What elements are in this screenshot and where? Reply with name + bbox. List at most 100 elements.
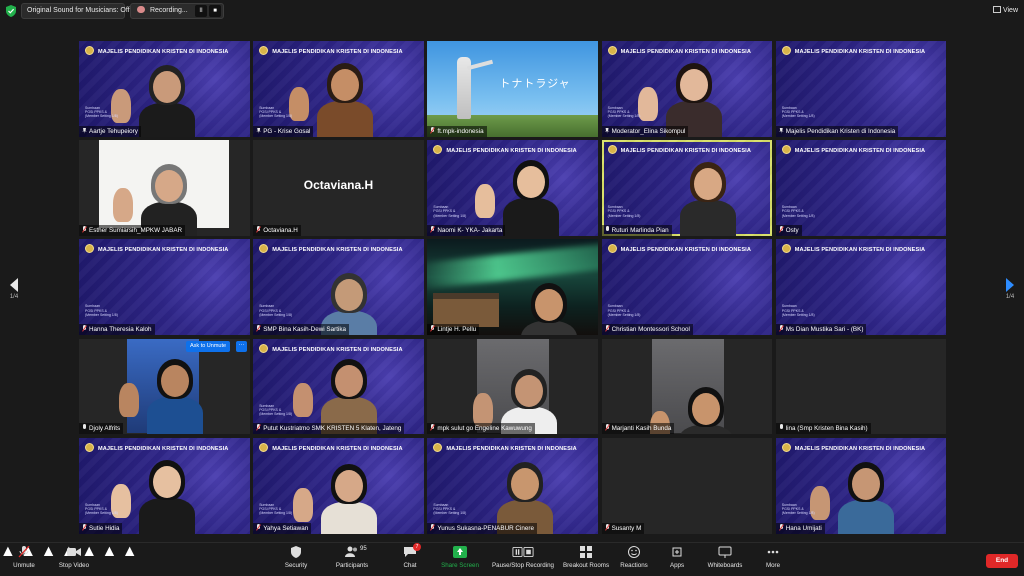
page-indicator-right: 1/4 [1005, 294, 1015, 300]
more-options-button[interactable]: ··· [236, 340, 247, 352]
stop-video-button[interactable]: Stop Video [46, 546, 102, 569]
raised-hand [293, 382, 314, 417]
seal-icon [781, 244, 791, 254]
smiley-icon [628, 546, 640, 558]
participants-icon [345, 546, 359, 558]
banner-text: MAJELIS PENDIDIKAN KRISTEN DI INDONESIA [98, 445, 229, 452]
participant-name-label: Naomi K- YKA- Jakarta [427, 224, 506, 236]
seal-icon [259, 46, 269, 55]
participant-tile[interactable]: MAJELIS PENDIDIKAN KRISTEN DI INDONESIA S… [601, 41, 773, 137]
top-bar: Original Sound for Musicians: Off Record… [0, 0, 1024, 22]
participant-name-label: Ms Dian Mustika Sari - (BK) [775, 324, 867, 336]
participant-tile[interactable]: MAJELIS PENDIDIKAN KRISTEN DI INDONESIA S… [79, 41, 250, 137]
participant-tile[interactable]: MAJELIS PENDIDIKAN KRISTEN DI INDONESIA S… [775, 140, 947, 236]
banner-subtext: Sumbaan PGSI PPKS & (Member Setting 1/8) [433, 205, 466, 218]
more-button[interactable]: More [745, 546, 801, 569]
more-label: More [765, 562, 781, 569]
apps-options-caret[interactable]: ▲ [101, 543, 117, 560]
share-screen-button[interactable]: Share Screen [432, 546, 488, 569]
banner-text: MAJELIS PENDIDIKAN KRISTEN DI INDONESIA [272, 247, 403, 254]
raised-hand [473, 392, 494, 427]
participant-tile[interactable]: Esther Sumiarsih_MPKW JABAR [79, 140, 250, 236]
security-button[interactable]: Security [268, 546, 324, 569]
chat-button[interactable]: 7 Chat [382, 543, 438, 569]
unmute-button[interactable]: Unmute [0, 546, 52, 569]
participant-name-display: Octaviana.H [303, 178, 374, 193]
microphone-muted-icon [256, 225, 261, 233]
participant-tile[interactable]: Octaviana.H Octaviana.H [253, 140, 424, 236]
seal-icon [607, 244, 617, 254]
banner-subtext: Sumbaan PGSI PPKS & (Member Setting 1/8) [259, 106, 292, 119]
participant-name: Lintje H. Pellu [437, 326, 477, 334]
participant-tile[interactable]: MAJELIS PENDIDIKAN KRISTEN DI INDONESIA S… [775, 239, 947, 336]
participant-video [836, 460, 896, 534]
banner-subtext: Sumbaan PGSI PPKS & (Member Setting 1/8) [782, 106, 815, 119]
virtual-background-banner: MAJELIS PENDIDIKAN KRISTEN DI INDONESIA [259, 442, 402, 452]
participant-tile[interactable]: MAJELIS PENDIDIKAN KRISTEN DI INDONESIA S… [79, 239, 250, 336]
seal-icon [259, 343, 269, 353]
virtual-background-banner: MAJELIS PENDIDIKAN KRISTEN DI INDONESIA [607, 244, 751, 254]
banner-subtext-line: (Member Setting 1/8) [85, 511, 118, 516]
participant-name: Putut Kustriatmo SMK KRISTEN 5 Klaten, J… [263, 425, 402, 433]
participant-tile[interactable]: MAJELIS PENDIDIKAN KRISTEN DI INDONESIA S… [775, 437, 947, 534]
ask-to-unmute-button[interactable]: Ask to Unmute [186, 340, 231, 352]
banner-subtext: Sumbaan PGSI PPKS & (Member Setting 1/8) [782, 503, 815, 516]
participant-tile[interactable]: MAJELIS PENDIDIKAN KRISTEN DI INDONESIA S… [601, 140, 773, 236]
participant-tile[interactable]: Ask to Unmute ··· Djoly Alfrits [79, 338, 250, 435]
banner-subtext-line: (Member Setting 1/8) [781, 312, 815, 317]
participant-tile[interactable]: mpk sulut go Engeline Kawuwung [427, 338, 598, 435]
participant-video [519, 281, 579, 336]
participant-tile[interactable]: MAJELIS PENDIDIKAN KRISTEN DI INDONESIA S… [427, 437, 598, 534]
seal-icon [85, 244, 94, 254]
participants-button[interactable]: 95 Participants [324, 546, 380, 569]
view-button[interactable]: View [992, 4, 1018, 18]
participant-tile[interactable]: lina (Smp Kristen Bina Kasih) [775, 338, 947, 435]
participant-tile[interactable]: Susanty M [601, 437, 773, 534]
participant-tile[interactable]: MAJELIS PENDIDIKAN KRISTEN DI INDONESIA S… [601, 239, 773, 336]
participant-tile[interactable]: トナトラジャ ft.mpk-indonesia [427, 41, 598, 137]
whiteboards-options-caret[interactable]: ▲ [122, 543, 138, 560]
pause-recording-icon[interactable]: II [195, 5, 207, 17]
banner-subtext: Sumbaan PGSI PPKS & (Member Setting 1/8) [608, 304, 641, 317]
participant-tile[interactable]: MAJELIS PENDIDIKAN KRISTEN DI INDONESIA S… [775, 41, 947, 137]
seal-icon [781, 145, 791, 155]
previous-page-button[interactable]: 1/4 [8, 278, 20, 308]
banner-text: MAJELIS PENDIDIKAN KRISTEN DI INDONESIA [272, 49, 403, 55]
end-meeting-button[interactable]: End [986, 554, 1018, 568]
banner-subtext: Sumbaan PGSI PPKS & (Member Setting 1/8) [782, 304, 815, 317]
virtual-background-banner: MAJELIS PENDIDIKAN KRISTEN DI INDONESIA [607, 145, 751, 155]
virtual-background-banner: MAJELIS PENDIDIKAN KRISTEN DI INDONESIA [85, 442, 229, 452]
virtual-background-banner: MAJELIS PENDIDIKAN KRISTEN DI INDONESIA [607, 46, 751, 55]
participant-tile[interactable]: Marjanti Kasih Bunda [601, 338, 773, 435]
participant-name: Ruturi Marlinda Pian [611, 226, 669, 234]
banner-subtext-line: (Member Setting 1/8) [433, 213, 467, 218]
breakout-rooms-icon [580, 546, 592, 558]
virtual-background-banner: MAJELIS PENDIDIKAN KRISTEN DI INDONESIA [85, 46, 228, 55]
microphone-muted-icon [430, 523, 435, 531]
participant-tile[interactable]: MAJELIS PENDIDIKAN KRISTEN DI INDONESIA S… [253, 41, 424, 137]
stop-recording-icon[interactable]: ■ [209, 5, 221, 17]
participant-name-label: Lintje H. Pellu [427, 324, 480, 336]
participant-tile[interactable]: Lintje H. Pellu [427, 239, 598, 336]
seal-icon [259, 442, 269, 452]
participant-tile[interactable]: MAJELIS PENDIDIKAN KRISTEN DI INDONESIA S… [253, 437, 424, 534]
pause-stop-recording-button[interactable]: Pause/Stop Recording [488, 546, 558, 569]
participant-tile[interactable]: MAJELIS PENDIDIKAN KRISTEN DI INDONESIA S… [253, 338, 424, 435]
microphone-muted-icon [82, 523, 87, 531]
raised-hand [293, 487, 314, 522]
participant-tile[interactable]: MAJELIS PENDIDIKAN KRISTEN DI INDONESIA S… [79, 437, 250, 534]
next-page-button[interactable]: 1/4 [1004, 278, 1016, 308]
original-sound-indicator[interactable]: Original Sound for Musicians: Off [21, 3, 130, 19]
banner-subtext-line: (Member Setting 1/8) [781, 213, 815, 218]
participant-tile[interactable]: MAJELIS PENDIDIKAN KRISTEN DI INDONESIA S… [427, 140, 598, 236]
virtual-background-banner: MAJELIS PENDIDIKAN KRISTEN DI INDONESIA [433, 145, 577, 155]
shield-icon[interactable] [6, 5, 16, 17]
participant-tile[interactable]: MAJELIS PENDIDIKAN KRISTEN DI INDONESIA S… [253, 239, 424, 336]
banner-subtext-line: (Member Setting 1/8) [781, 114, 815, 119]
participant-name-label: Hanna Theresia Kaloh [79, 324, 155, 336]
participant-name: Hana Umijati [785, 524, 822, 532]
banner-subtext-line: (Member Setting 1/8) [607, 213, 641, 218]
virtual-background-banner: MAJELIS PENDIDIKAN KRISTEN DI INDONESIA [259, 343, 402, 353]
recording-icon [137, 6, 145, 13]
banner-text: MAJELIS PENDIDIKAN KRISTEN DI INDONESIA [620, 49, 751, 55]
